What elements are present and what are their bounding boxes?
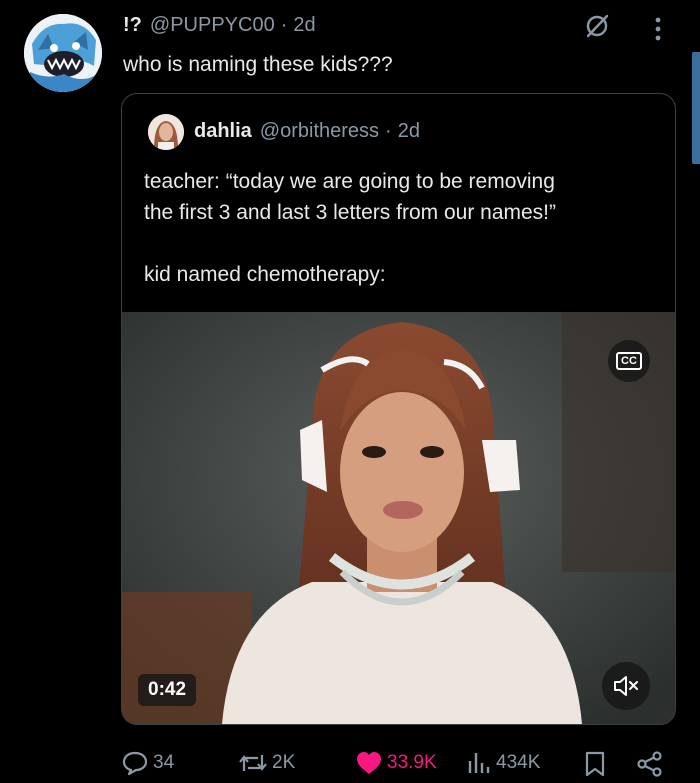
quoted-text-gap xyxy=(144,228,664,259)
quoted-header: dahlia @orbitheress · 2d xyxy=(194,120,420,143)
quoted-avatar-image xyxy=(148,114,184,150)
quoted-text-line: teacher: “today we are going to be remov… xyxy=(144,170,555,193)
post-time[interactable]: 2d xyxy=(293,14,315,37)
share-icon[interactable] xyxy=(636,751,664,777)
mute-button[interactable] xyxy=(602,662,650,710)
quoted-text-line: the first 3 and last 3 letters from our … xyxy=(144,201,557,224)
display-name[interactable]: !? xyxy=(123,14,142,37)
avatar-image xyxy=(24,14,102,92)
repost-button[interactable]: 2K xyxy=(238,743,295,783)
more-icon[interactable] xyxy=(650,14,666,44)
avatar[interactable] xyxy=(24,14,102,92)
views-button[interactable]: 434K xyxy=(466,743,540,783)
video-timestamp: 0:42 xyxy=(138,674,197,706)
quoted-post[interactable]: dahlia @orbitheress · 2d teacher: “today… xyxy=(121,93,676,725)
like-button[interactable]: 33.9K xyxy=(355,743,437,783)
separator: · xyxy=(280,14,288,36)
like-count: 33.9K xyxy=(387,752,437,773)
reply-icon xyxy=(122,751,148,776)
quoted-text: teacher: “today we are going to be remov… xyxy=(144,166,664,290)
quoted-separator: · xyxy=(385,120,392,142)
mute-icon xyxy=(614,676,638,696)
user-handle[interactable]: @PUPPYC00 xyxy=(150,14,275,37)
grok-icon[interactable] xyxy=(583,12,611,40)
reply-button[interactable]: 34 xyxy=(121,743,174,783)
repost-icon xyxy=(239,755,267,771)
quoted-text-line: kid named chemotherapy: xyxy=(144,263,386,286)
video-player[interactable]: CC 0:42 xyxy=(122,312,675,724)
views-icon xyxy=(468,753,490,773)
post-text: who is naming these kids??? xyxy=(123,53,393,76)
post-header: !? @PUPPYC00 · 2d xyxy=(123,14,660,37)
reply-count: 34 xyxy=(153,752,175,773)
action-bar: 34 2K 33.9K 434K xyxy=(0,743,700,783)
quoted-avatar[interactable] xyxy=(148,114,184,150)
captions-button[interactable]: CC xyxy=(608,340,650,382)
like-icon xyxy=(357,752,381,774)
video-frame xyxy=(122,312,675,724)
scroll-indicator[interactable] xyxy=(692,52,700,164)
quoted-time[interactable]: 2d xyxy=(398,120,420,143)
quoted-display-name[interactable]: dahlia xyxy=(194,120,252,143)
repost-count: 2K xyxy=(272,752,296,773)
view-count: 434K xyxy=(496,752,541,773)
bookmark-icon[interactable] xyxy=(584,751,606,777)
quoted-handle[interactable]: @orbitheress xyxy=(260,120,379,143)
cc-icon: CC xyxy=(616,352,642,370)
